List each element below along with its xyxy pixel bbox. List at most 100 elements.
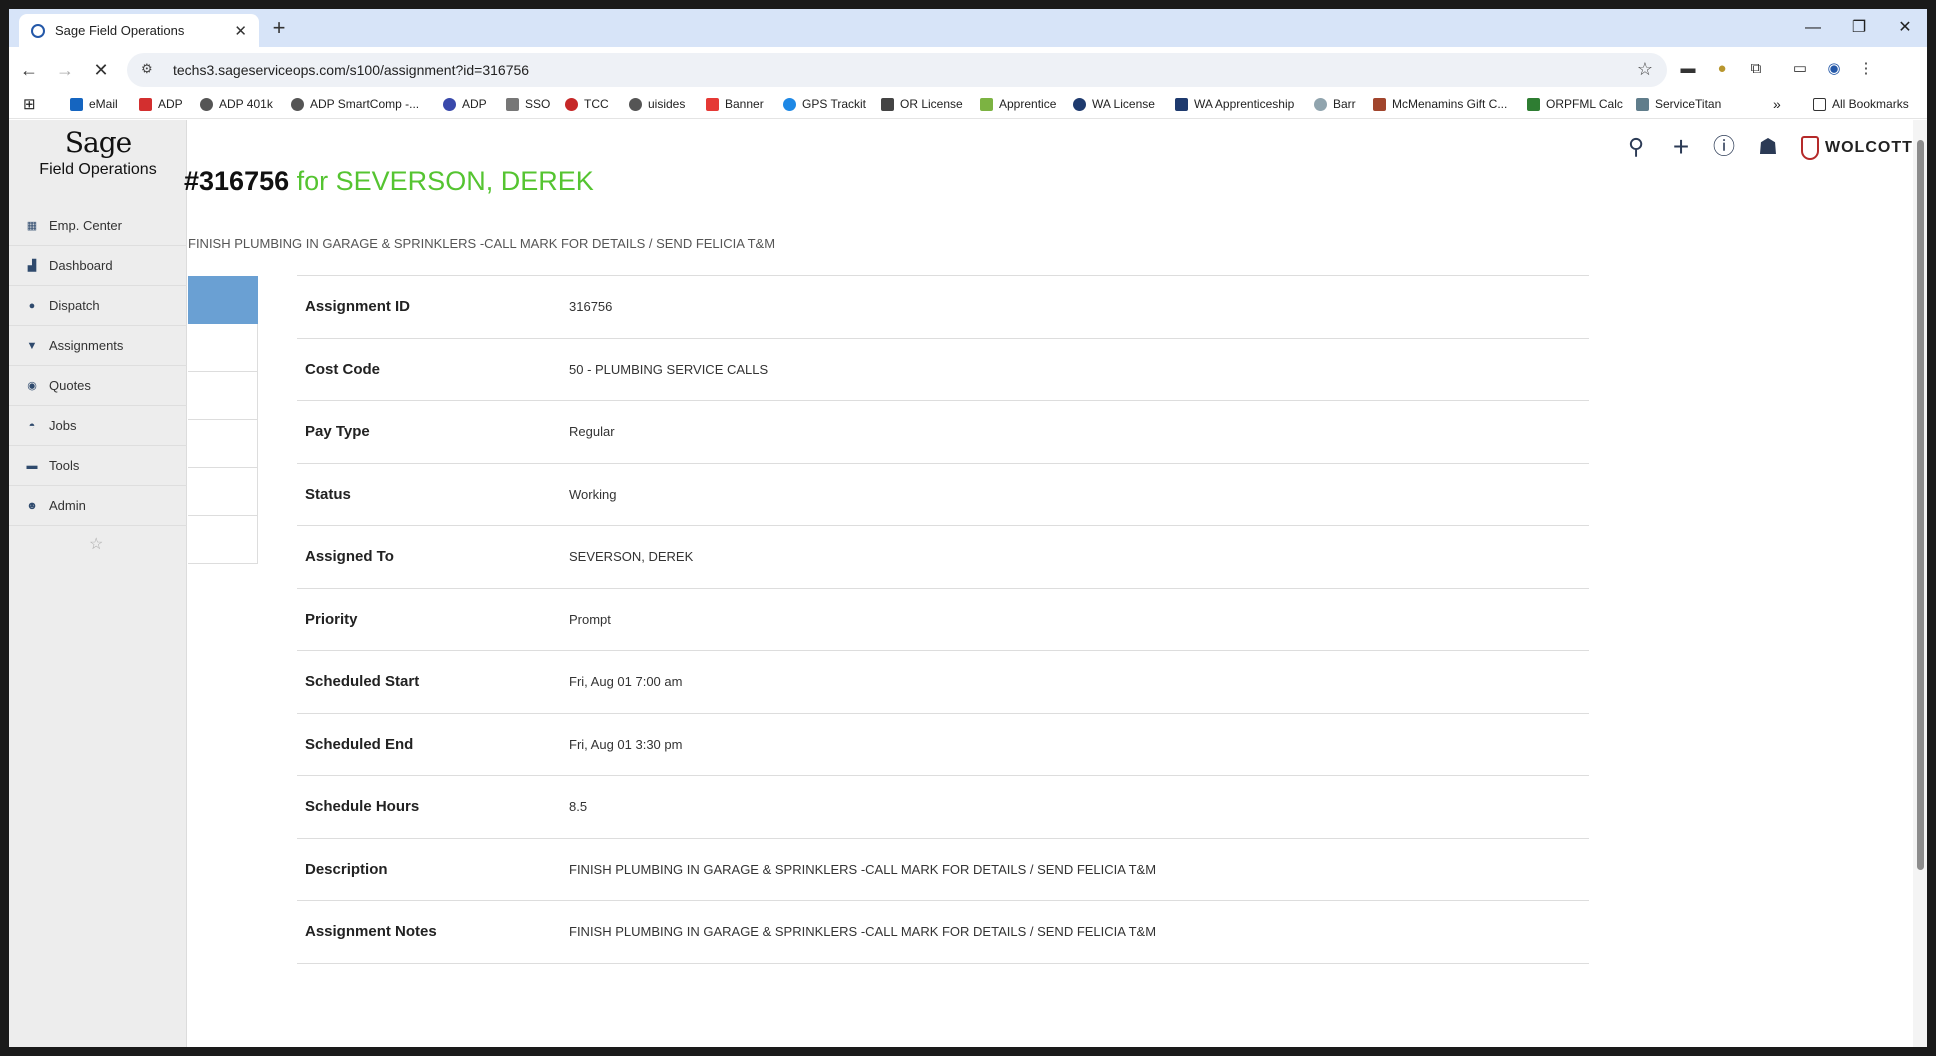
detail-label: Scheduled End [305, 735, 414, 753]
page-content: Sage Field Operations ▦ Emp. Center ▟ Dash… [9, 120, 1927, 1047]
all-bookmarks[interactable]: All Bookmarks [1813, 97, 1909, 111]
sage-logo[interactable]: Sage Field Operations [9, 126, 187, 179]
section-tab[interactable] [188, 324, 258, 372]
search-icon[interactable]: ⚲ [1621, 132, 1651, 162]
bookmark-adp[interactable]: ADP [139, 97, 183, 111]
bookmark-adp-401k[interactable]: ADP 401k [200, 97, 273, 111]
section-tab[interactable] [188, 372, 258, 420]
bookmark-uisides[interactable]: uisides [629, 97, 685, 111]
sidebar-item-dashboard[interactable]: ▟ Dashboard [9, 246, 187, 286]
detail-label: Assignment Notes [305, 923, 437, 941]
section-tab[interactable] [188, 468, 258, 516]
detail-label: Priority [305, 610, 358, 628]
sidebar-item-jobs[interactable]: ◓ Jobs [9, 406, 187, 446]
forward-icon[interactable]: → [51, 56, 79, 84]
folder-icon [1813, 97, 1826, 111]
chart-icon: ▟ [27, 260, 37, 272]
section-tabs [188, 276, 258, 564]
detail-value: Prompt [569, 611, 611, 627]
sidebar-item-dispatch[interactable]: ● Dispatch [9, 286, 187, 326]
section-tab-active[interactable] [188, 276, 258, 324]
profile-icon[interactable]: ◉ [1823, 58, 1845, 80]
detail-row-cost-code: Cost Code 50 - PLUMBING SERVICE CALLS [297, 339, 1589, 401]
site-info-icon[interactable]: ⚙ [141, 61, 153, 77]
sidebar-item-admin[interactable]: ☻ Admin [9, 486, 187, 526]
document-icon [881, 97, 894, 111]
sidebar-item-emp-center[interactable]: ▦ Emp. Center [9, 206, 187, 246]
servicetitan-icon [1636, 97, 1649, 111]
section-tab[interactable] [188, 516, 258, 564]
orpfml-icon [1527, 97, 1540, 111]
adp-circle-icon [443, 97, 456, 111]
bookmark-mcmenamins[interactable]: McMenamins Gift C... [1373, 97, 1507, 111]
bookmark-wa-license[interactable]: WA License [1073, 97, 1155, 111]
scrollbar[interactable] [1913, 120, 1927, 1047]
main-content: #316756 for SEVERSON, DEREK FINISH PLUMB… [184, 120, 1912, 1047]
apprentice-icon [980, 97, 993, 111]
detail-label: Status [305, 485, 351, 503]
globe-icon [200, 97, 213, 111]
bookmark-barr[interactable]: Barr [1314, 97, 1356, 111]
sidebar-item-quotes[interactable]: ◉ Quotes [9, 366, 187, 406]
info-icon[interactable]: ⓘ [1709, 132, 1739, 162]
bookmark-email[interactable]: eMail [70, 97, 118, 111]
add-icon[interactable]: + [1666, 132, 1696, 162]
toolbox-icon: ▬ [26, 459, 38, 472]
detail-value: SEVERSON, DEREK [569, 549, 694, 565]
detail-value: FINISH PLUMBING IN GARAGE & SPRINKLERS -… [569, 924, 1157, 940]
restore-icon[interactable]: ❐ [1845, 15, 1873, 41]
bookmark-orpfml-calc[interactable]: ORPFML Calc [1527, 97, 1623, 111]
navigation-bar: ← → ✕ ⚙ techs3.sageserviceops.com/s100/a… [9, 47, 1927, 93]
back-icon[interactable]: ← [15, 56, 43, 84]
tab-strip: Sage Field Operations ✕ + — ❐ ✕ [9, 9, 1927, 47]
browser-tab[interactable]: Sage Field Operations ✕ [19, 14, 259, 47]
bookmark-gps-trackit[interactable]: GPS Trackit [783, 97, 866, 111]
bookmark-sso[interactable]: SSO [506, 97, 550, 111]
detail-row-pay-type: Pay Type Regular [297, 401, 1589, 464]
bookmark-wa-apprenticeship[interactable]: WA Apprenticeship [1175, 97, 1294, 111]
bookmark-adp-smartcomp[interactable]: ADP SmartComp -... [291, 97, 419, 111]
extension-icon[interactable]: ▬ [1677, 58, 1699, 80]
tab-search-icon[interactable]: ▭ [1789, 58, 1811, 80]
bookmark-banner[interactable]: Banner [706, 97, 764, 111]
extension-cookie-icon[interactable]: ● [1711, 58, 1733, 80]
favorite-star-icon[interactable]: ☆ [89, 534, 103, 554]
section-tab[interactable] [188, 420, 258, 468]
assignee-heading: for SEVERSON, DEREK [296, 166, 594, 196]
sidebar-item-tools[interactable]: ▬ Tools [9, 446, 187, 486]
more-bookmarks-icon[interactable]: » [1773, 96, 1781, 112]
extensions-puzzle-icon[interactable]: ⧉ [1745, 58, 1767, 80]
close-tab-icon[interactable]: ✕ [234, 22, 247, 40]
detail-row-priority: Priority Prompt [297, 589, 1589, 651]
globe-icon [629, 97, 642, 111]
bookmark-adp-2[interactable]: ADP [443, 97, 487, 111]
bookmark-servicetitan[interactable]: ServiceTitan [1636, 97, 1721, 111]
browser-window: Sage Field Operations ✕ + — ❐ ✕ ← → ✕ ⚙ … [9, 9, 1927, 1047]
page-title: #316756 for SEVERSON, DEREK [184, 166, 594, 197]
close-window-icon[interactable]: ✕ [1891, 15, 1919, 41]
apps-grid-icon[interactable]: ⊞ [23, 95, 36, 113]
detail-label: Assignment ID [305, 298, 411, 316]
minimize-icon[interactable]: — [1799, 15, 1827, 41]
sidebar-item-assignments[interactable]: ▼ Assignments [9, 326, 187, 366]
stop-loading-icon[interactable]: ✕ [87, 56, 115, 84]
bookmark-apprentice[interactable]: Apprentice [980, 97, 1056, 111]
logo-text: Sage [64, 126, 132, 159]
detail-label: Cost Code [305, 360, 380, 378]
gps-icon [783, 97, 796, 111]
detail-label: Scheduled Start [305, 673, 420, 691]
bookmark-or-license[interactable]: OR License [881, 97, 963, 111]
detail-row-scheduled-start: Scheduled Start Fri, Aug 01 7:00 am [297, 651, 1589, 714]
browser-menu-icon[interactable]: ⋮ [1855, 58, 1877, 80]
detail-row-assignment-notes: Assignment Notes FINISH PLUMBING IN GARAG… [297, 901, 1589, 964]
bookmark-tcc[interactable]: TCC [565, 97, 609, 111]
new-tab-icon[interactable]: + [265, 15, 293, 43]
address-bar[interactable]: ⚙ techs3.sageserviceops.com/s100/assignm… [127, 53, 1667, 87]
mcmenamins-icon [1373, 97, 1386, 111]
scrollbar-thumb[interactable] [1917, 140, 1924, 870]
user-icon[interactable]: ☗ [1753, 132, 1783, 162]
detail-value: Fri, Aug 01 7:00 am [569, 674, 683, 690]
wolcott-logo[interactable]: WOLCOTT [1801, 136, 1913, 160]
thumbtack-icon: ▼ [26, 339, 38, 352]
bookmark-star-icon[interactable]: ☆ [1637, 59, 1653, 80]
